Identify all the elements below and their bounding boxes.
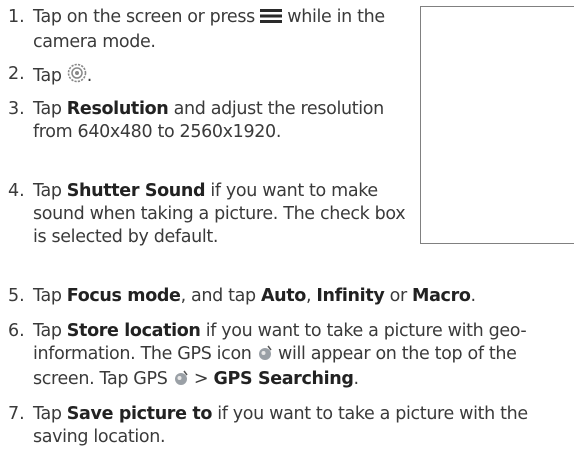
step-number: 1.	[8, 7, 25, 27]
menu-icon	[260, 8, 283, 31]
gps-icon	[257, 345, 273, 368]
gps-icon	[173, 370, 189, 393]
step-number: 2.	[8, 64, 25, 84]
resolution-label: Resolution	[66, 99, 169, 119]
shutter-sound-label: Shutter Sound	[66, 181, 206, 201]
store-location-label: Store location	[66, 321, 201, 341]
step-text: Tap .	[33, 63, 413, 90]
step-number: 4.	[8, 181, 25, 201]
infinity-label: Infinity	[316, 286, 385, 306]
step-text: Tap Store location if you want to take a…	[33, 320, 574, 393]
focus-mode-label: Focus mode	[66, 286, 181, 306]
step-text: Tap Save picture to if you want to take …	[33, 404, 528, 447]
step-text: Tap Focus mode, and tap Auto, Infinity o…	[33, 286, 476, 306]
step-number: 7.	[8, 404, 25, 424]
gps-searching-label: GPS Searching	[213, 369, 354, 389]
auto-label: Auto	[260, 286, 306, 306]
settings-gear-icon	[67, 63, 87, 90]
image-placeholder-frame	[420, 6, 574, 244]
macro-label: Macro	[412, 286, 471, 306]
step-text: Tap on the screen or press while in the …	[33, 7, 385, 52]
save-picture-to-label: Save picture to	[66, 404, 213, 424]
step-number: 6.	[8, 321, 25, 341]
step-text: Tap Shutter Sound if you want to make so…	[33, 181, 406, 247]
step-text: Tap Resolution and adjust the resolution…	[33, 99, 384, 142]
step-number: 5.	[8, 286, 25, 306]
step-number: 3.	[8, 99, 25, 119]
